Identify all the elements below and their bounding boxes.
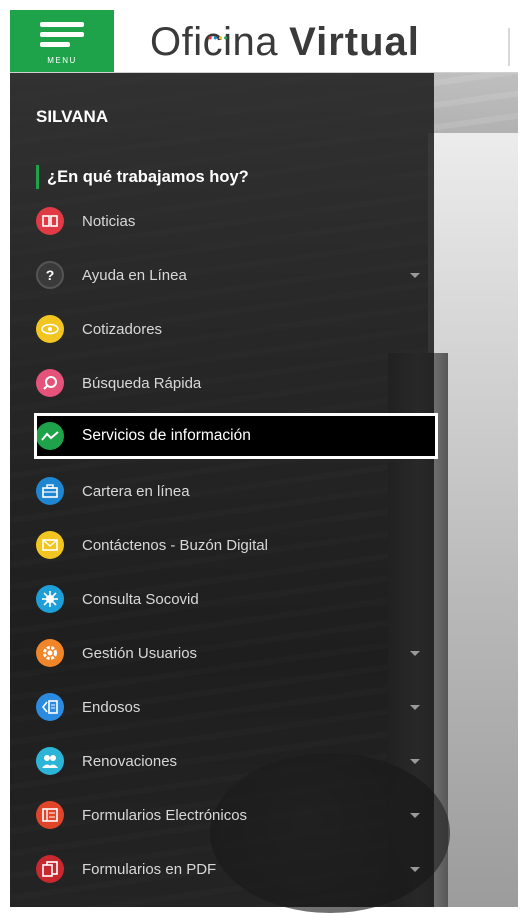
menu-item-label: Gestión Usuarios xyxy=(82,644,198,662)
menu-item-label: Formularios Electrónicos xyxy=(82,806,248,824)
menu-item-socovid[interactable]: Consulta Socovid xyxy=(34,576,430,622)
menu-item-renovaciones[interactable]: Renovaciones xyxy=(34,738,430,784)
menu-item-cartera[interactable]: Cartera en línea xyxy=(34,468,430,514)
menu-item-label: Contáctenos - Buzón Digital xyxy=(82,536,268,554)
chevron-down-icon xyxy=(410,813,420,818)
question-icon: ? xyxy=(36,261,64,289)
brand-logo: •••• Oficina Virtual xyxy=(150,20,420,64)
menu-item-label: Formularios en PDF xyxy=(82,860,217,878)
chevron-down-icon xyxy=(410,867,420,872)
side-menu: SILVANA ¿En qué trabajamos hoy? Noticias… xyxy=(10,73,438,907)
menu-item-label: Cotizadores xyxy=(82,320,163,338)
newspaper-icon xyxy=(36,207,64,235)
document-icon xyxy=(36,693,64,721)
menu-item-label: Cartera en línea xyxy=(82,482,190,500)
menu-item-label: Servicios de información xyxy=(82,427,251,444)
menu-item-ayuda[interactable]: ? Ayuda en Línea xyxy=(34,252,430,298)
menu-item-busqueda[interactable]: Búsqueda Rápida xyxy=(34,360,430,406)
users-icon xyxy=(36,747,64,775)
menu-button[interactable]: MENU xyxy=(10,10,114,72)
search-icon xyxy=(36,369,64,397)
menu-item-gestion-usuarios[interactable]: Gestión Usuarios xyxy=(34,630,430,676)
user-name: SILVANA xyxy=(36,107,109,126)
menu-item-contactenos[interactable]: Contáctenos - Buzón Digital xyxy=(34,522,430,568)
header-divider xyxy=(508,28,510,66)
menu-button-label: MENU xyxy=(47,56,77,65)
menu-item-formularios-pdf[interactable]: Formularios en PDF xyxy=(34,846,430,892)
menu-item-noticias[interactable]: Noticias xyxy=(34,198,430,244)
menu-item-cotizadores[interactable]: Cotizadores xyxy=(34,306,430,352)
menu-item-servicios[interactable]: Servicios de información xyxy=(34,413,438,459)
hamburger-icon xyxy=(40,22,84,52)
menu-item-label: Renovaciones xyxy=(82,752,178,770)
pdf-icon xyxy=(36,855,64,883)
chart-line-icon xyxy=(36,422,64,450)
top-bar: MENU •••• Oficina Virtual xyxy=(10,10,518,73)
prompt-heading: ¿En qué trabajamos hoy? xyxy=(36,165,249,189)
form-icon xyxy=(36,801,64,829)
menu-item-label: Consulta Socovid xyxy=(82,590,199,608)
menu-item-label: Noticias xyxy=(82,212,136,230)
menu-item-label: Búsqueda Rápida xyxy=(82,374,202,392)
chevron-down-icon xyxy=(410,759,420,764)
menu-item-label: Ayuda en Línea xyxy=(82,266,187,284)
menu-item-endosos[interactable]: Endosos xyxy=(34,684,430,730)
logo-dots-icon: •••• xyxy=(208,31,229,45)
eye-icon xyxy=(36,315,64,343)
virus-icon xyxy=(36,585,64,613)
gear-icon xyxy=(36,639,64,667)
chevron-down-icon xyxy=(410,705,420,710)
mail-icon xyxy=(36,531,64,559)
menu-item-label: Endosos xyxy=(82,698,141,716)
chevron-down-icon xyxy=(410,273,420,278)
menu-item-formularios-electronicos[interactable]: Formularios Electrónicos xyxy=(34,792,430,838)
chevron-down-icon xyxy=(410,651,420,656)
brand-word-virtual: Virtual xyxy=(289,20,420,64)
briefcase-icon xyxy=(36,477,64,505)
